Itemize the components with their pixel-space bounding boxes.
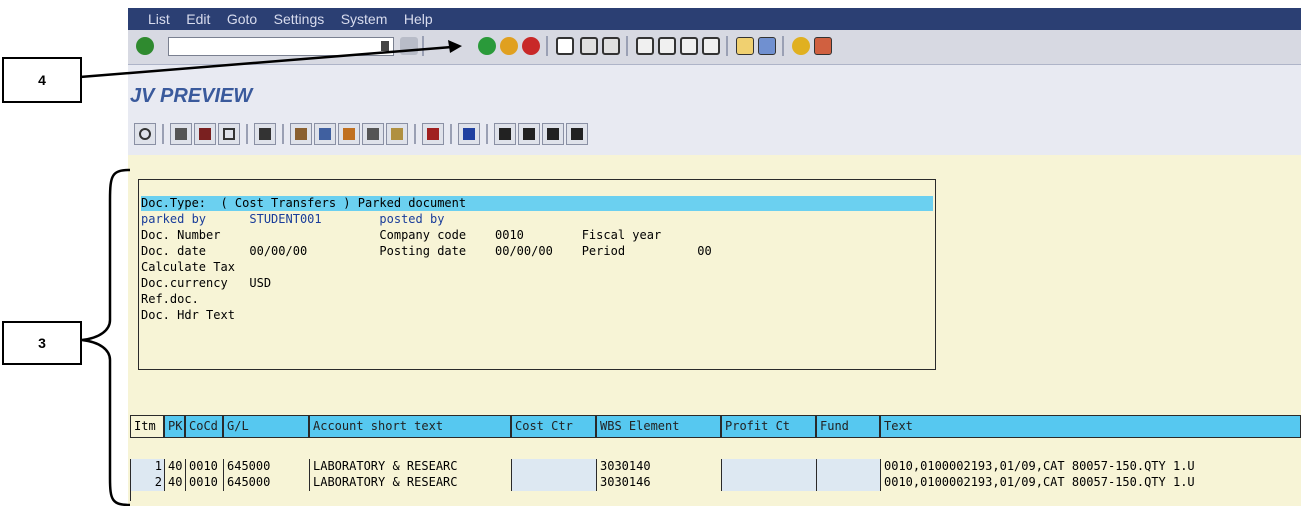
annotation-overlay (79, 40, 462, 506)
arrow-head-icon (448, 40, 462, 53)
callout-3-brace (81, 168, 131, 506)
callout-4: 4 (2, 57, 82, 103)
callout-3: 3 (2, 321, 82, 365)
callout-4-arrow (79, 45, 453, 79)
